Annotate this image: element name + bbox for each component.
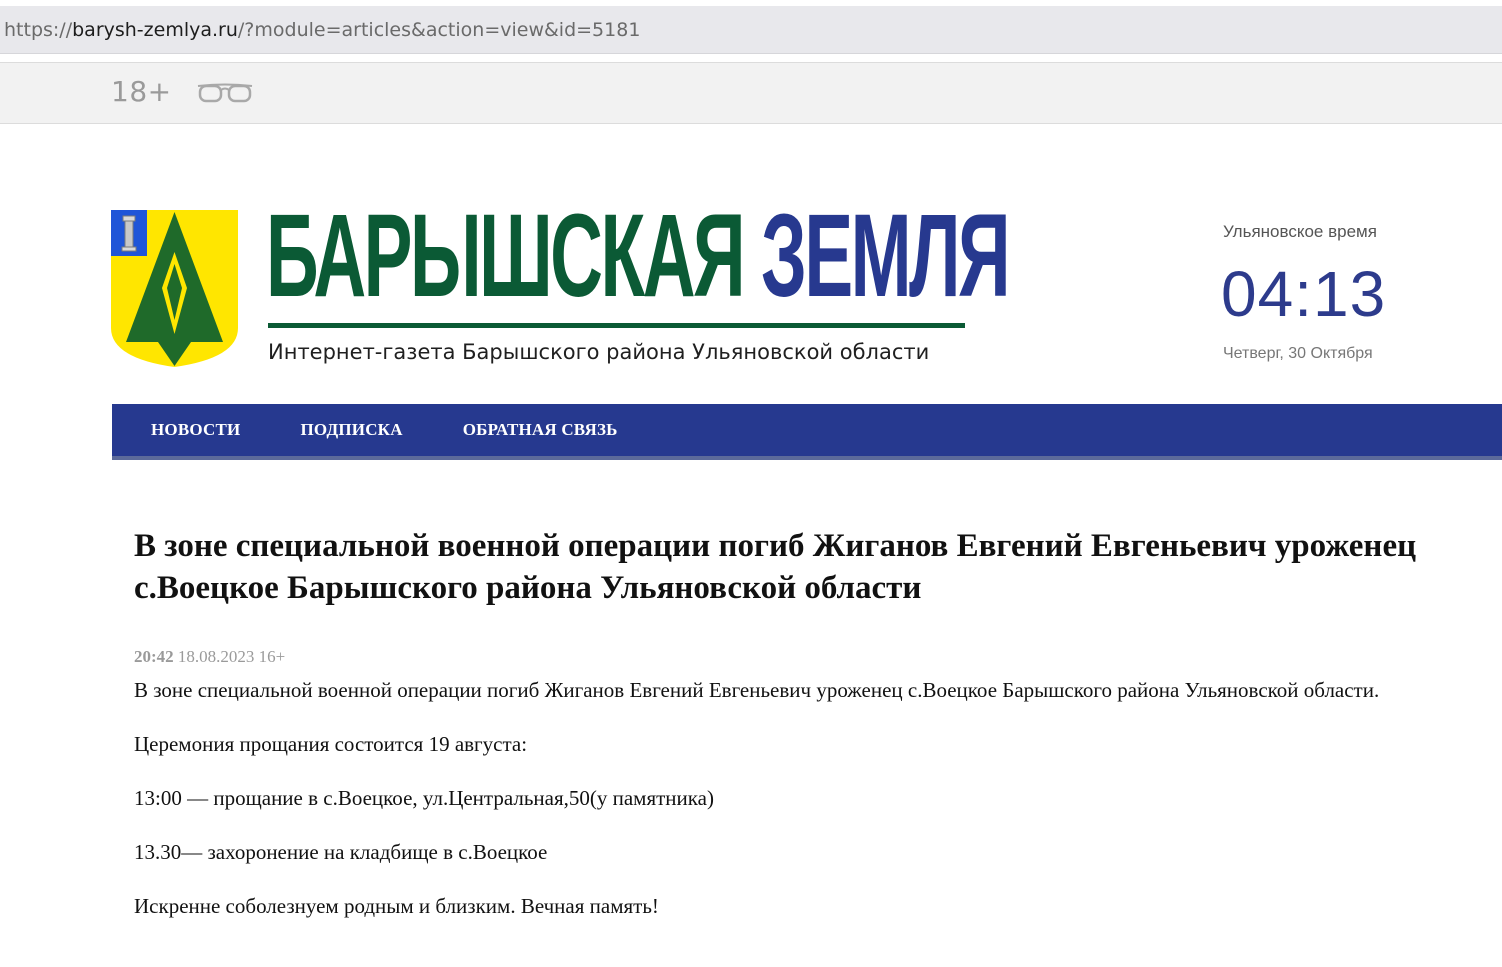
clock-date: Четверг, 30 Октября <box>1223 345 1373 362</box>
nav-item-feedback[interactable]: ОБРАТНАЯ СВЯЗЬ <box>463 420 618 440</box>
url-host: barysh-zemlya.ru <box>72 18 238 41</box>
brand-title[interactable]: БАРЫШСКАЯ ЗЕМЛЯ <box>266 196 1011 316</box>
article-paragraph: Искренне соболезнуем родным и близким. В… <box>134 894 659 918</box>
article-paragraph: 13:00 — прощание в с.Воецкое, ул.Централ… <box>134 786 714 810</box>
article-time: 20:42 <box>134 647 174 666</box>
brand-title-word2: ЗЕМЛЯ <box>761 190 1011 322</box>
article-date: 18.08.2023 <box>177 647 255 666</box>
clock-label: Ульяновское время <box>1223 222 1377 241</box>
article-title: В зоне специальной военной операции поги… <box>134 528 1417 606</box>
age-rating-badge: 18+ <box>111 75 172 108</box>
article-paragraph: В зоне специальной военной операции поги… <box>134 678 1380 702</box>
clock-time: 04:13 <box>1221 258 1387 330</box>
coat-of-arms-emblem[interactable] <box>111 210 238 368</box>
article-meta: 20:42 18.08.2023 16+ <box>134 647 285 667</box>
nav-item-subscription[interactable]: ПОДПИСКА <box>300 420 402 440</box>
url-path: /?module=articles&action=view&id=5181 <box>237 18 641 41</box>
address-bar[interactable]: https://barysh-zemlya.ru/?module=article… <box>0 6 1502 54</box>
brand-underline <box>268 323 965 328</box>
nav-item-news[interactable]: НОВОСТИ <box>151 420 240 440</box>
article-paragraph: Церемония прощания состоится 19 августа: <box>134 732 528 756</box>
main-navigation: НОВОСТИ ПОДПИСКА ОБРАТНАЯ СВЯЗЬ <box>112 404 1502 460</box>
glasses-icon[interactable] <box>196 82 254 104</box>
brand-subtitle: Интернет-газета Барышского района Ульяно… <box>268 340 930 364</box>
brand-title-word1: БАРЫШСКАЯ <box>266 190 746 322</box>
url-scheme: https:// <box>4 18 73 41</box>
article-body: В зоне специальной военной операции поги… <box>134 677 1474 947</box>
article-age-rating: 16+ <box>258 647 286 666</box>
article-paragraph: 13.30— захоронение на кладбище в с.Воецк… <box>134 840 548 864</box>
